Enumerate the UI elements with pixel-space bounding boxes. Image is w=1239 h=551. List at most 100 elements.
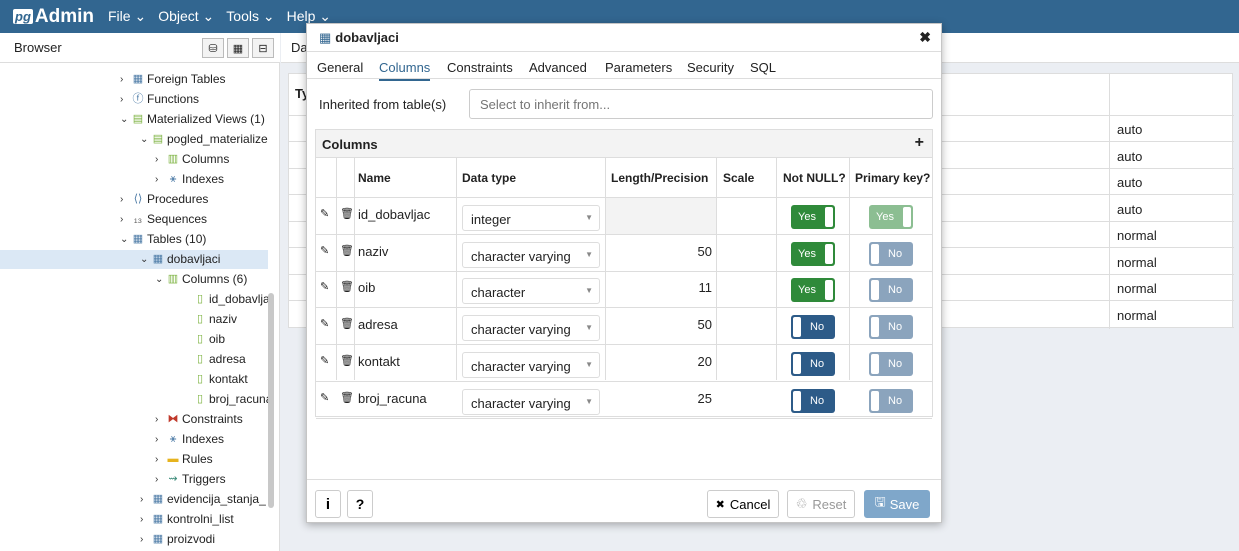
inherit-from-input[interactable] <box>469 89 933 119</box>
tree-node[interactable]: ▯ broj_racuna <box>182 390 272 409</box>
tree-node[interactable]: › ₁₃ Sequences <box>120 210 207 229</box>
column-name[interactable]: adresa <box>358 317 398 332</box>
tree-arrow-icon[interactable]: › <box>155 150 167 169</box>
tree-arrow-icon[interactable]: › <box>155 470 167 489</box>
column-name[interactable]: naziv <box>358 244 388 259</box>
tree-arrow-icon[interactable]: › <box>140 490 152 509</box>
close-icon[interactable]: ✖ <box>919 29 931 46</box>
tree-node[interactable]: ⌄ ▦ Tables (10) <box>120 230 206 249</box>
primary-key-toggle[interactable]: No <box>869 315 913 340</box>
tree-arrow-icon[interactable]: › <box>140 510 152 529</box>
add-row-icon[interactable]: + <box>915 134 924 152</box>
tree-node[interactable]: ▯ oib <box>182 330 225 349</box>
length-value[interactable]: 11 <box>606 280 713 295</box>
tree-arrow-icon[interactable]: ⌄ <box>120 110 132 129</box>
tab-sql[interactable]: SQL <box>750 60 776 75</box>
tab-advanced[interactable]: Advanced <box>529 60 587 75</box>
tree-node[interactable]: ▯ adresa <box>182 350 246 369</box>
not-null-toggle[interactable]: No <box>791 315 835 340</box>
primary-key-toggle[interactable]: No <box>869 241 913 266</box>
menu-file[interactable]: File ⌄ <box>108 8 146 25</box>
info-button[interactable]: i <box>315 490 341 518</box>
data-type-select[interactable]: character varying ▼ <box>462 388 600 415</box>
edit-icon[interactable]: ✎ <box>320 391 329 404</box>
tree-arrow-icon[interactable]: ⌄ <box>140 250 152 269</box>
length-value[interactable]: 20 <box>606 354 712 369</box>
column-name[interactable]: kontakt <box>358 354 400 369</box>
data-type-select[interactable]: character varying ▼ <box>462 315 600 342</box>
tree-arrow-icon[interactable]: ⌄ <box>140 130 152 149</box>
tree-node[interactable]: ⌄ ▥ Columns (6) <box>155 270 247 289</box>
length-value[interactable]: 25 <box>606 391 712 406</box>
tree-node[interactable]: › ⚹ Indexes <box>155 170 224 189</box>
tree-arrow-icon[interactable]: › <box>155 450 167 469</box>
cancel-button[interactable]: ✖ Cancel <box>707 490 779 518</box>
delete-icon[interactable]: 🗑 <box>340 244 354 257</box>
primary-key-toggle[interactable]: Yes <box>869 205 913 229</box>
dialog-titlebar[interactable]: ▦ dobavljaci ✖ <box>307 24 941 52</box>
menu-object[interactable]: Object ⌄ <box>158 8 214 25</box>
tree-node[interactable]: ▯ naziv <box>182 310 237 329</box>
tree-arrow-icon[interactable]: › <box>140 530 152 549</box>
tree-node[interactable]: ⌄ ▦ dobavljaci <box>0 250 268 269</box>
primary-key-toggle[interactable]: No <box>869 278 913 303</box>
tree-node[interactable]: › ⇝ Triggers <box>155 470 226 489</box>
tree-node[interactable]: ▯ id_dobavlja <box>182 290 270 309</box>
tree-node[interactable]: › ▥ Columns <box>155 150 229 169</box>
tree-node[interactable]: › ⧓ Constraints <box>155 410 243 429</box>
tree-node[interactable]: ⌄ ▤ Materialized Views (1) <box>120 110 265 129</box>
column-name[interactable]: broj_racuna <box>358 391 427 406</box>
data-type-select[interactable]: character varying ▼ <box>462 241 600 268</box>
tree-arrow-icon[interactable]: › <box>155 170 167 189</box>
view-data-icon[interactable]: ▦ <box>227 38 249 58</box>
delete-icon[interactable]: 🗑 <box>340 354 354 367</box>
edit-icon[interactable]: ✎ <box>320 354 329 367</box>
tree-arrow-icon[interactable]: › <box>120 90 132 109</box>
tree-node[interactable]: › ▦ Foreign Tables <box>120 70 226 89</box>
delete-icon[interactable]: 🗑 <box>340 207 354 220</box>
tree-node[interactable]: ⌄ ▤ pogled_materialize <box>140 130 268 149</box>
filter-rows-icon[interactable]: ⊟ <box>252 38 274 58</box>
tab-security[interactable]: Security <box>687 60 734 75</box>
tree-node[interactable]: › ▬ Rules <box>155 450 213 469</box>
length-value[interactable]: 50 <box>606 244 712 259</box>
tree-arrow-icon[interactable]: › <box>155 430 167 449</box>
tree-arrow-icon[interactable]: ⌄ <box>120 230 132 249</box>
data-type-select[interactable]: character ▼ <box>462 278 600 305</box>
menu-tools[interactable]: Tools ⌄ <box>226 8 274 25</box>
tree-scrollbar[interactable] <box>268 293 274 508</box>
tab-parameters[interactable]: Parameters <box>605 60 672 75</box>
edit-icon[interactable]: ✎ <box>320 280 329 293</box>
length-value[interactable]: 50 <box>606 317 712 332</box>
save-button[interactable]: 🖫 Save <box>864 490 930 518</box>
delete-icon[interactable]: 🗑 <box>340 317 354 330</box>
edit-icon[interactable]: ✎ <box>320 207 329 220</box>
reset-button[interactable]: ♲ Reset <box>787 490 855 518</box>
primary-key-toggle[interactable]: No <box>869 351 913 376</box>
delete-icon[interactable]: 🗑 <box>340 280 354 293</box>
not-null-toggle[interactable]: No <box>791 351 835 376</box>
tree-node[interactable]: › ⓕ Functions <box>120 90 199 109</box>
delete-icon[interactable]: 🗑 <box>340 391 354 404</box>
tree-arrow-icon[interactable]: › <box>120 210 132 229</box>
column-name[interactable]: oib <box>358 280 375 295</box>
data-type-select[interactable]: integer ▼ <box>462 205 600 231</box>
tree-node[interactable]: › ▦ proizvodi <box>140 530 215 549</box>
edit-icon[interactable]: ✎ <box>320 317 329 330</box>
tree-arrow-icon[interactable]: › <box>120 70 132 89</box>
not-null-toggle[interactable]: Yes <box>791 278 835 303</box>
not-null-toggle[interactable]: Yes <box>791 241 835 266</box>
primary-key-toggle[interactable]: No <box>869 388 913 413</box>
edit-icon[interactable]: ✎ <box>320 244 329 257</box>
tree-arrow-icon[interactable]: › <box>155 410 167 429</box>
column-name[interactable]: id_dobavljac <box>358 207 430 222</box>
tab-columns[interactable]: Columns <box>379 60 431 81</box>
not-null-toggle[interactable]: Yes <box>791 205 835 229</box>
tree-node[interactable]: › ⚹ Indexes <box>155 430 224 449</box>
query-tool-icon[interactable]: ⛁ <box>202 38 224 58</box>
tree-arrow-icon[interactable]: ⌄ <box>155 270 167 289</box>
tree-node[interactable]: ▯ kontakt <box>182 370 248 389</box>
not-null-toggle[interactable]: No <box>791 388 835 413</box>
data-type-select[interactable]: character varying ▼ <box>462 351 600 378</box>
tree-node[interactable]: › ⟨⟩ Procedures <box>120 190 208 209</box>
